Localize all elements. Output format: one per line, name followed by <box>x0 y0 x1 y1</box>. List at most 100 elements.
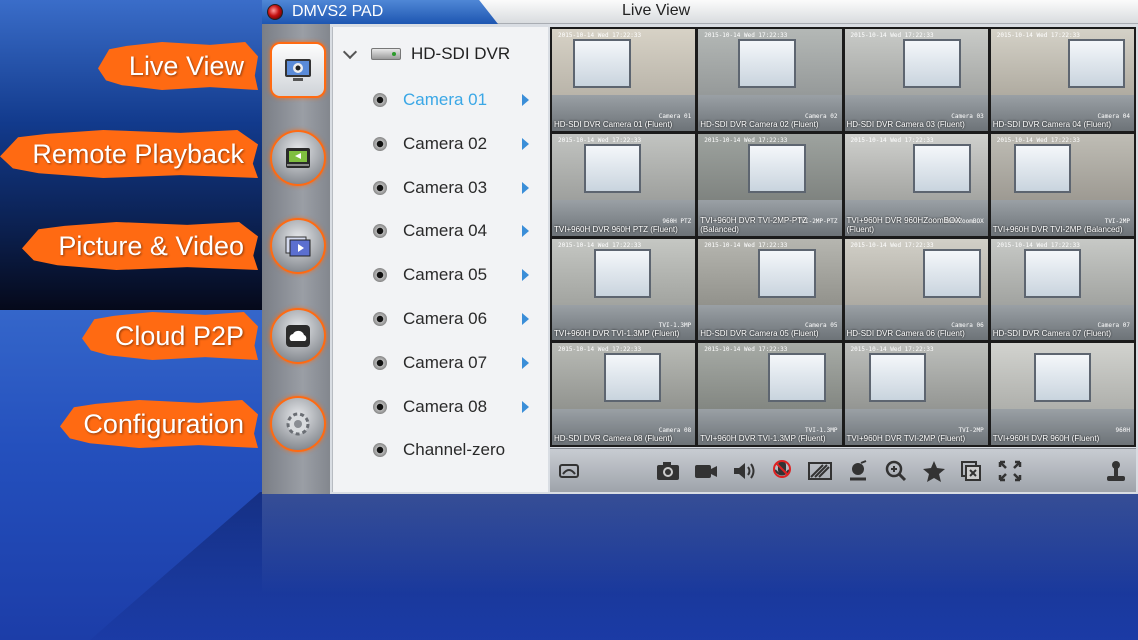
device-tree: HD-SDI DVR Camera 01 Camera 02 Camera 03 Ca… <box>332 27 548 492</box>
video-timestamp: 2015-10-14 Wed 17:22:33 <box>996 136 1080 144</box>
camera-tile[interactable]: 2015-10-14 Wed 17:22:33 TVI-1.3MP TVI+960H… <box>698 343 842 445</box>
video-scene <box>913 143 971 193</box>
camera-list-item[interactable]: Channel-zero <box>373 435 539 465</box>
camera-list-item[interactable]: Camera 06 <box>373 304 539 334</box>
nav-remote-playback-button[interactable] <box>270 130 326 186</box>
camera-caption: HD-SDI DVR Camera 02 (Fluent) <box>700 119 819 129</box>
camera-list-item[interactable]: Camera 01 <box>373 85 539 115</box>
camera-list-item[interactable]: Camera 05 <box>373 260 539 290</box>
camera-list-item[interactable]: Camera 08 <box>373 392 539 422</box>
video-scene <box>1013 143 1071 193</box>
video-scene <box>1023 248 1081 298</box>
audio-button[interactable] <box>730 458 758 484</box>
camera-label: Camera 07 <box>403 352 488 372</box>
video-channel-tag: 960H <box>1115 427 1130 434</box>
camera-tile[interactable]: 2015-10-14 Wed 17:22:33 TVI-1.3MP TVI+960H… <box>552 238 696 341</box>
video-scene <box>573 39 631 88</box>
chevron-down-icon[interactable] <box>342 44 358 60</box>
camera-tile[interactable]: 2015-10-14 Wed 17:22:33 Camera 01 HD-SDI D… <box>552 29 696 131</box>
talk-button[interactable] <box>768 458 796 484</box>
camera-label: Camera 03 <box>403 177 488 197</box>
camera-caption: TVI+960H DVR 960HZoomBOX (Fluent) <box>846 215 961 234</box>
ptz-control-button[interactable] <box>1102 458 1130 484</box>
expand-arrow-icon[interactable] <box>522 356 529 369</box>
camera-caption: TVI+960H DVR 960H PTZ (Fluent) <box>554 224 678 234</box>
tree-root-dvr[interactable]: HD-SDI DVR <box>341 43 510 65</box>
cloud-icon <box>286 325 310 347</box>
expand-arrow-icon[interactable] <box>522 94 529 106</box>
joystick-icon <box>1107 461 1125 481</box>
fullscreen-button[interactable] <box>996 458 1024 484</box>
camera-icon <box>373 399 387 414</box>
favorite-button[interactable] <box>920 458 948 484</box>
camera-list-item[interactable]: Camera 04 <box>373 216 539 246</box>
camera-label: Camera 04 <box>403 221 488 241</box>
video-timestamp: 2015-10-14 Wed 17:22:33 <box>704 241 788 249</box>
callout-remote-playback: Remote Playback <box>0 130 258 178</box>
camera-caption: TVI+960H DVR TVI-2MP-PTZ (Balanced) <box>700 215 808 234</box>
video-scene <box>768 353 826 403</box>
nav-configuration-button[interactable] <box>270 396 326 452</box>
camera-icon <box>373 268 387 283</box>
nav-cloud-p2p-button[interactable] <box>270 308 326 364</box>
dvr-icon <box>371 48 401 60</box>
video-timestamp: 2015-10-14 Wed 17:22:33 <box>558 32 642 39</box>
tree-root-label: HD-SDI DVR <box>411 44 511 63</box>
camera-caption: TVI+960H DVR TVI-2MP (Fluent) <box>846 434 966 443</box>
expand-arrow-icon[interactable] <box>522 400 529 413</box>
video-timestamp: 2015-10-14 Wed 17:22:33 <box>850 346 934 354</box>
nav-picture-video-button[interactable] <box>270 218 326 274</box>
camera-list-item[interactable]: Camera 07 <box>373 348 539 378</box>
camera-tile[interactable]: 2015-10-14 Wed 17:22:33 Camera 07 HD-SDI D… <box>990 238 1134 341</box>
camera-caption: TVI+960H DVR TVI-2MP (Balanced) <box>992 224 1123 234</box>
camera-tile[interactable]: 2015-10-14 Wed 17:22:33 960HZoomBOX TVI+96… <box>844 133 988 236</box>
camera-tile[interactable]: 2015-10-14 Wed 17:22:33 Camera 04 HD-SDI D… <box>990 29 1134 131</box>
video-timestamp: 2015-10-14 Wed 17:22:33 <box>558 136 642 144</box>
camera-tile[interactable]: 2015-10-14 Wed 17:22:33 Camera 05 HD-SDI D… <box>698 238 842 341</box>
video-channel-tag: TVI-2MP <box>1104 217 1130 225</box>
app-logo-icon <box>267 4 283 20</box>
video-scene <box>748 143 806 193</box>
camera-tile[interactable]: 2015-10-14 Wed 17:22:33 Camera 03 HD-SDI D… <box>844 29 988 131</box>
expand-arrow-icon[interactable] <box>522 313 529 325</box>
camera-tile[interactable]: 960H TVI+960H DVR 960H (Fluent) <box>990 343 1134 445</box>
video-scene <box>593 248 651 298</box>
expand-arrow-icon[interactable] <box>522 137 529 150</box>
camera-icon <box>373 224 387 239</box>
expand-arrow-icon[interactable] <box>522 225 529 238</box>
camera-tile[interactable]: 2015-10-14 Wed 17:22:33 TVI-2MP TVI+960H D… <box>844 343 988 445</box>
camera-label: Channel-zero <box>403 440 506 460</box>
expand-arrow-icon[interactable] <box>522 181 529 194</box>
close-all-button[interactable] <box>958 458 986 484</box>
expand-arrow-icon[interactable] <box>522 269 529 282</box>
camera-list-item[interactable]: Camera 03 <box>373 173 539 203</box>
camera-tile[interactable]: 2015-10-14 Wed 17:22:33 Camera 06 HD-SDI D… <box>844 238 988 341</box>
zoom-button[interactable] <box>882 458 910 484</box>
camera-tile[interactable]: 2015-10-14 Wed 17:22:33 TVI-2MP-PTZ TVI+96… <box>698 133 842 236</box>
video-channel-tag: Camera 08 <box>658 427 692 434</box>
camera-caption: HD-SDI DVR Camera 07 (Fluent) <box>992 329 1111 339</box>
video-timestamp: 2015-10-14 Wed 17:22:33 <box>558 241 642 249</box>
camera-tile[interactable]: 2015-10-14 Wed 17:22:33 960H PTZ TVI+960H … <box>552 133 696 236</box>
app-window: DMVS2 PAD Live View HD-SDI DVR Camera 01… <box>262 0 1138 494</box>
ptz-camera-icon <box>850 460 867 481</box>
callout-configuration: Configuration <box>60 400 258 448</box>
playback-film-icon <box>286 148 310 168</box>
ptz-button[interactable] <box>844 458 872 484</box>
app-name-tab: DMVS2 PAD <box>262 0 498 24</box>
nav-live-view-button[interactable] <box>270 42 326 98</box>
camera-list-item[interactable]: Camera 02 <box>373 129 539 159</box>
camera-tile[interactable]: 2015-10-14 Wed 17:22:33 TVI-2MP TVI+960H D… <box>990 133 1134 236</box>
record-button[interactable] <box>692 458 720 484</box>
snapshot-button[interactable] <box>654 458 682 484</box>
image-quality-button[interactable] <box>806 458 834 484</box>
stream-settings-button[interactable] <box>556 458 584 484</box>
camera-caption: TVI+960H DVR 960H (Fluent) <box>992 434 1100 443</box>
callout-live-view: Live View <box>98 42 258 90</box>
video-scene <box>758 248 816 298</box>
app-name: DMVS2 PAD <box>292 3 384 20</box>
camera-tile[interactable]: 2015-10-14 Wed 17:22:33 Camera 02 HD-SDI D… <box>698 29 842 131</box>
video-scene <box>903 39 961 88</box>
camera-tile[interactable]: 2015-10-14 Wed 17:22:33 Camera 08 HD-SDI D… <box>552 343 696 445</box>
title-bar: DMVS2 PAD Live View <box>262 0 1138 24</box>
